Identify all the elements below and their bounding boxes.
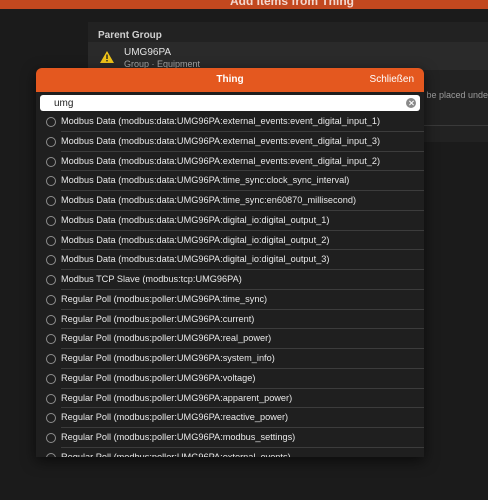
list-item[interactable]: Regular Poll (modbus:poller:UMG96PA:curr… [36, 310, 424, 330]
radio-button-icon[interactable] [46, 275, 56, 285]
list-item[interactable]: Modbus TCP Slave (modbus:tcp:UMG96PA) [36, 270, 424, 290]
list-item[interactable]: Regular Poll (modbus:poller:UMG96PA:time… [36, 290, 424, 310]
list-item[interactable]: Modbus Data (modbus:data:UMG96PA:externa… [36, 112, 424, 132]
list-item-label: Modbus Data (modbus:data:UMG96PA:time_sy… [61, 175, 350, 186]
list-item-label: Modbus Data (modbus:data:UMG96PA:externa… [61, 116, 381, 126]
list-item-label: Regular Poll (modbus:poller:UMG96PA:reac… [61, 412, 289, 423]
list-item-label: Modbus Data (modbus:data:UMG96PA:time_sy… [61, 195, 356, 205]
list-item[interactable]: Regular Poll (modbus:poller:UMG96PA:appa… [36, 389, 424, 409]
list-item-label: Regular Poll (modbus:poller:UMG96PA:real… [61, 333, 272, 344]
radio-button-icon[interactable] [46, 334, 56, 345]
list-item[interactable]: Regular Poll (modbus:poller:UMG96PA:syst… [36, 349, 424, 369]
radio-button-icon[interactable] [46, 196, 56, 206]
radio-button-icon[interactable] [46, 373, 56, 384]
list-item[interactable]: Regular Poll (modbus:poller:UMG96PA:volt… [36, 369, 424, 389]
list-item[interactable]: Regular Poll (modbus:poller:UMG96PA:reac… [36, 408, 424, 428]
radio-button-icon[interactable] [46, 294, 56, 305]
list-item-label: Regular Poll (modbus:poller:UMG96PA:syst… [61, 353, 275, 363]
list-item[interactable]: Modbus Data (modbus:data:UMG96PA:digital… [36, 211, 424, 231]
list-item-label: Modbus Data (modbus:data:UMG96PA:digital… [61, 214, 330, 225]
background-divider [424, 125, 488, 126]
background-hint-text: ll be placed unde [420, 90, 488, 100]
radio-button-icon[interactable] [46, 136, 56, 147]
list-item[interactable]: Modbus Data (modbus:data:UMG96PA:digital… [36, 231, 424, 251]
search-bar [40, 95, 420, 111]
radio-button-icon[interactable] [46, 255, 56, 266]
list-item[interactable]: Modbus Data (modbus:data:UMG96PA:time_sy… [36, 171, 424, 191]
thing-picker-popup: Thing Schließen Modbus Data (modbus:data… [36, 68, 424, 457]
search-input[interactable] [40, 95, 402, 111]
thing-list: Modbus Data (modbus:data:UMG96PA:externa… [36, 112, 424, 457]
warning-icon [100, 51, 114, 63]
list-item[interactable]: Modbus Data (modbus:data:UMG96PA:digital… [36, 250, 424, 270]
radio-button-icon[interactable] [46, 117, 56, 127]
popup-header: Thing Schließen [36, 68, 424, 92]
radio-button-icon[interactable] [46, 393, 56, 404]
parent-group-name: UMG96PA [124, 47, 172, 58]
radio-button-icon[interactable] [46, 452, 56, 457]
background-title: Add Items from Thing [230, 0, 354, 8]
radio-button-icon[interactable] [46, 176, 56, 187]
radio-button-icon[interactable] [46, 314, 56, 325]
list-item-label: Modbus TCP Slave (modbus:tcp:UMG96PA) [61, 274, 242, 284]
list-item-label: Modbus Data (modbus:data:UMG96PA:externa… [61, 155, 381, 166]
radio-button-icon[interactable] [46, 215, 56, 226]
radio-button-icon[interactable] [46, 413, 56, 424]
list-item[interactable]: Regular Poll (modbus:poller:UMG96PA:exte… [36, 448, 424, 457]
list-item-label: Modbus Data (modbus:data:UMG96PA:digital… [61, 254, 330, 265]
radio-button-icon[interactable] [46, 235, 56, 246]
list-item-label: Regular Poll (modbus:poller:UMG96PA:time… [61, 293, 268, 304]
close-button[interactable]: Schließen [370, 74, 414, 85]
radio-button-icon[interactable] [46, 433, 56, 443]
background-title-bar: Add Items from Thing [0, 0, 488, 9]
list-item-label: Regular Poll (modbus:poller:UMG96PA:exte… [61, 451, 291, 457]
list-item-label: Regular Poll (modbus:poller:UMG96PA:appa… [61, 392, 293, 403]
list-item-label: Modbus Data (modbus:data:UMG96PA:externa… [61, 135, 381, 146]
list-item[interactable]: Modbus Data (modbus:data:UMG96PA:time_sy… [36, 191, 424, 211]
list-item[interactable]: Regular Poll (modbus:poller:UMG96PA:real… [36, 329, 424, 349]
list-item[interactable]: Modbus Data (modbus:data:UMG96PA:externa… [36, 132, 424, 152]
clear-search-icon[interactable] [406, 98, 416, 108]
parent-group-label: Parent Group [98, 30, 162, 41]
list-item-label: Regular Poll (modbus:poller:UMG96PA:modb… [61, 432, 296, 442]
list-item-label: Modbus Data (modbus:data:UMG96PA:digital… [61, 234, 330, 245]
list-item[interactable]: Regular Poll (modbus:poller:UMG96PA:modb… [36, 428, 424, 448]
list-item-label: Regular Poll (modbus:poller:UMG96PA:volt… [61, 372, 256, 383]
radio-button-icon[interactable] [46, 354, 56, 364]
radio-button-icon[interactable] [46, 156, 56, 167]
list-item[interactable]: Modbus Data (modbus:data:UMG96PA:externa… [36, 152, 424, 172]
list-item-label: Regular Poll (modbus:poller:UMG96PA:curr… [61, 313, 255, 324]
popup-title: Thing [216, 74, 244, 85]
